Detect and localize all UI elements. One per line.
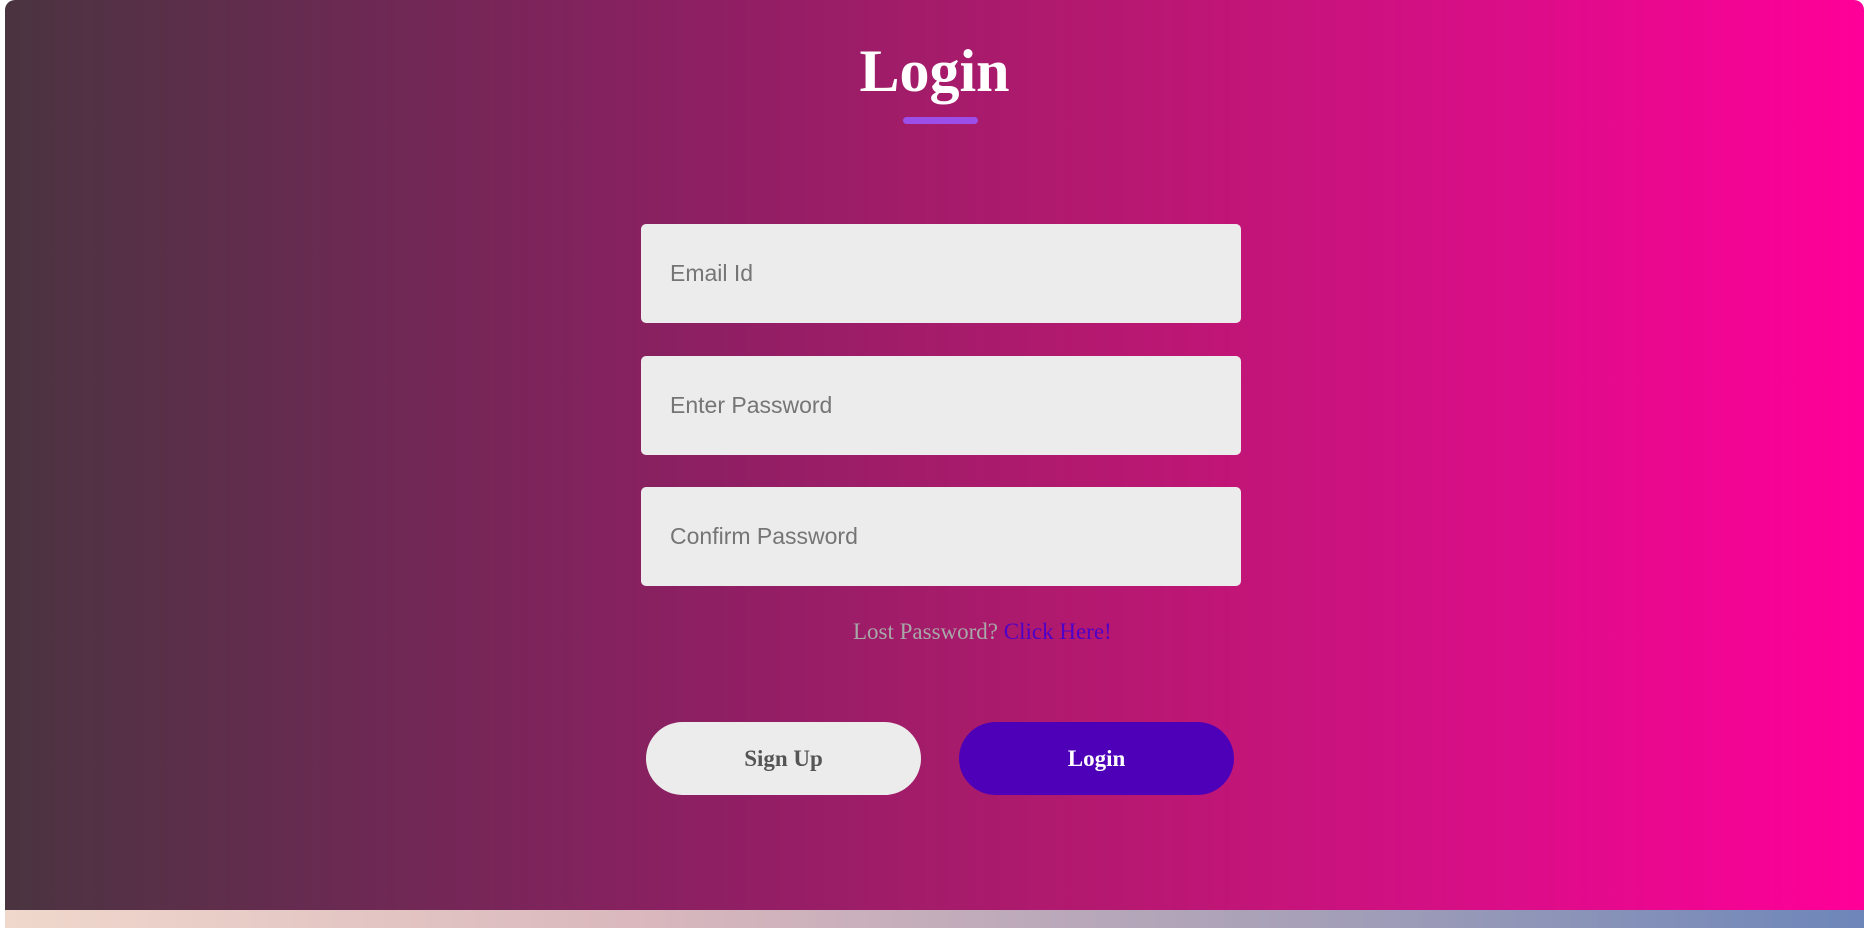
click-here-link[interactable]: Click Here! (1004, 619, 1112, 644)
page: Login Lost Password? Click Here! Sign Up… (0, 0, 1869, 928)
login-button[interactable]: Login (959, 722, 1234, 795)
confirm-password-input[interactable] (641, 487, 1241, 586)
password-input[interactable] (641, 356, 1241, 455)
lost-password-text: Lost Password? (853, 619, 999, 644)
bottom-strip (5, 910, 1864, 928)
login-card: Login Lost Password? Click Here! Sign Up… (5, 0, 1864, 910)
page-title: Login (859, 38, 1010, 104)
lost-password-row: Lost Password? Click Here! (853, 619, 1112, 645)
signup-button[interactable]: Sign Up (646, 722, 921, 795)
title-underline (903, 117, 978, 124)
email-input[interactable] (641, 224, 1241, 323)
